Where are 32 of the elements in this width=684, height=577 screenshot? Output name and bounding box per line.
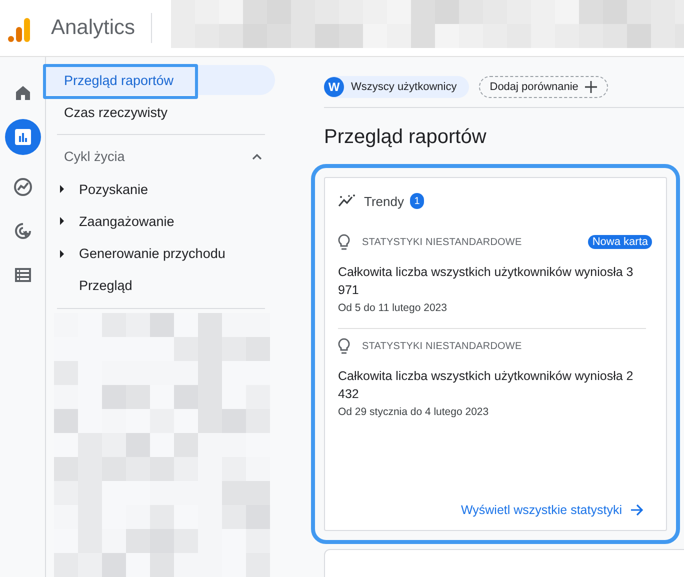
insight-text: Całkowita liczba wszystkich użytkowników wyniosła 3 971 bbox=[338, 264, 634, 299]
caret-right-icon bbox=[59, 250, 65, 258]
insight-date: Od 5 do 11 lutego 2023 bbox=[338, 302, 448, 314]
nav-item[interactable]: Przegląd bbox=[46, 270, 275, 302]
bar-chart-icon[interactable] bbox=[4, 119, 40, 155]
caret-right-icon bbox=[59, 217, 65, 226]
nav-item[interactable]: Pozyskanie bbox=[46, 172, 275, 206]
segment-chip[interactable]: W Wszyscy użytkownicy bbox=[324, 76, 469, 98]
insight-category: STATYSTYKI NIESTANDARDOWE bbox=[362, 340, 522, 352]
chevron-up-icon bbox=[252, 154, 262, 160]
caret-right-icon bbox=[59, 185, 65, 194]
nav-item[interactable]: Czas rzeczywisty bbox=[46, 97, 275, 128]
card-title: Trendy bbox=[364, 194, 404, 208]
count-badge: 1 bbox=[410, 193, 424, 209]
insight-text: Całkowita liczba wszystkich użytkowników wyniosła 2 432 bbox=[338, 368, 634, 403]
lightbulb-icon bbox=[338, 234, 350, 250]
avatar-badge: W bbox=[324, 77, 344, 97]
sparkle-trend-icon bbox=[338, 194, 356, 208]
nav-item[interactable]: Generowanie przychodu bbox=[46, 238, 275, 270]
new-badge: Nowa karta bbox=[588, 235, 652, 249]
insight-date: Od 29 stycznia do 4 lutego 2023 bbox=[338, 406, 490, 418]
arrow-right-icon bbox=[631, 504, 644, 516]
page-title: Przegląd raportów bbox=[324, 126, 488, 150]
add-comparison-button[interactable]: Dodaj porównanie bbox=[478, 76, 608, 98]
analytics-logo-icon bbox=[8, 17, 32, 43]
plus-icon bbox=[585, 81, 598, 93]
nav-item[interactable]: Zaangażowanie bbox=[46, 205, 275, 238]
section-header[interactable]: Cykl życia bbox=[46, 140, 275, 173]
product-name: Analytics bbox=[51, 16, 136, 40]
lightbulb-icon bbox=[338, 338, 350, 354]
insight-category: STATYSTYKI NIESTANDARDOWE bbox=[362, 236, 522, 248]
view-all-link[interactable]: Wyświetl wszystkie statystyki bbox=[460, 503, 644, 517]
